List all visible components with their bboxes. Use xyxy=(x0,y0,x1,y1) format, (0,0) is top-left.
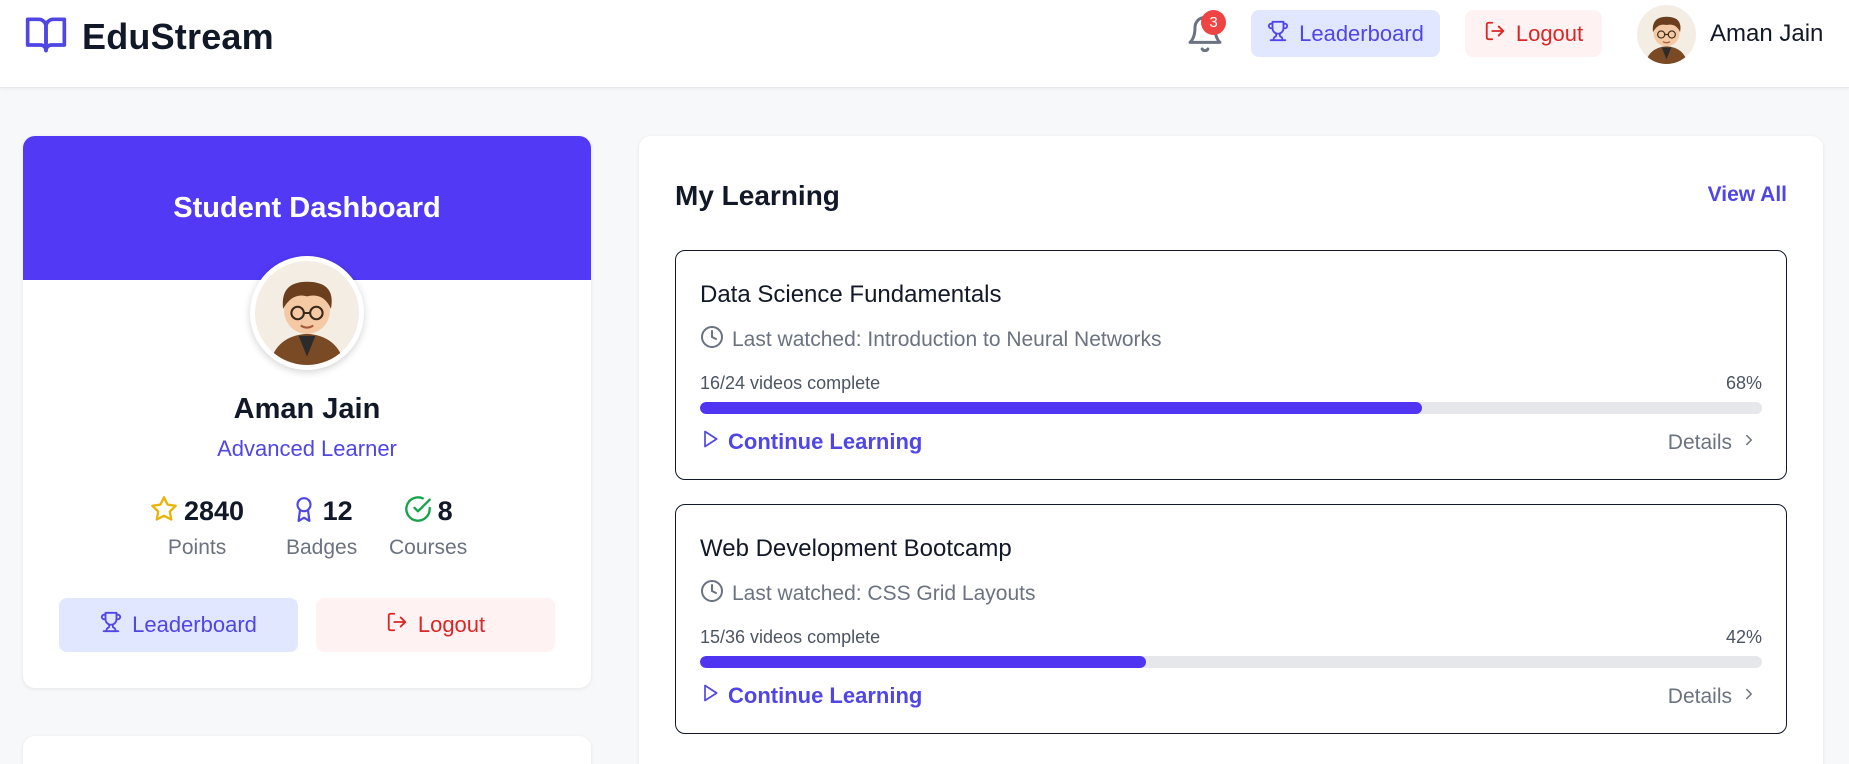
header-logout-button[interactable]: Logout xyxy=(1465,10,1602,57)
details-label: Details xyxy=(1667,685,1732,708)
continue-learning-button[interactable]: Continue Learning xyxy=(700,428,922,456)
details-link[interactable]: Details xyxy=(1668,431,1758,455)
logout-icon xyxy=(1484,20,1506,48)
continue-label: Continue Learning xyxy=(728,683,923,708)
profile-card: Student Dashboard Aman Jain Advanced Lea… xyxy=(23,136,591,688)
learning-title: My Learning xyxy=(675,180,840,211)
header-leaderboard-label: Leaderboard xyxy=(1299,20,1424,46)
profile-leaderboard-label: Leaderboard xyxy=(132,612,257,637)
my-learning-panel: My Learning View All Data Science Fundam… xyxy=(639,136,1823,764)
progress-percent: 42% xyxy=(1725,627,1762,647)
brand[interactable]: EduStream xyxy=(24,12,274,61)
clock-icon xyxy=(700,325,724,355)
profile-heading: Student Dashboard xyxy=(173,192,441,224)
notification-badge: 3 xyxy=(1201,10,1226,35)
details-label: Details xyxy=(1667,431,1732,454)
last-watched-text: Last watched: Introduction to Neural Net… xyxy=(732,328,1162,351)
progress-bar xyxy=(700,402,1762,414)
award-icon xyxy=(291,495,317,528)
progress-text: 16/24 videos complete xyxy=(700,373,881,393)
last-watched: Last watched: Introduction to Neural Net… xyxy=(700,325,1162,355)
profile-logout-label: Logout xyxy=(417,612,486,637)
progress-fill xyxy=(700,656,1147,668)
stat-badges: 12 Badges xyxy=(286,494,357,560)
trophy-icon xyxy=(100,611,122,639)
continue-label: Continue Learning xyxy=(728,429,923,454)
star-icon xyxy=(150,495,178,528)
header-logout-label: Logout xyxy=(1515,20,1584,46)
secondary-card xyxy=(23,736,591,764)
progress-text: 15/36 videos complete xyxy=(700,627,881,647)
top-navbar: EduStream 3 Leaderboard Logout Aman Jain xyxy=(0,0,1849,88)
trophy-icon xyxy=(1267,20,1289,48)
avatar[interactable] xyxy=(1637,5,1696,64)
stat-value: 12 xyxy=(322,495,353,526)
profile-level: Advanced Learner xyxy=(217,436,397,461)
header-user-name[interactable]: Aman Jain xyxy=(1710,20,1823,48)
stat-label: Courses xyxy=(389,536,468,559)
play-icon xyxy=(700,682,720,710)
stat-points: 2840 Points xyxy=(150,494,244,560)
last-watched-text: Last watched: CSS Grid Layouts xyxy=(732,582,1036,605)
course-title[interactable]: Data Science Fundamentals xyxy=(700,281,1002,309)
continue-learning-button[interactable]: Continue Learning xyxy=(700,682,922,710)
chevron-right-icon xyxy=(1740,685,1758,709)
course-card: Data Science Fundamentals Last watched: … xyxy=(675,250,1787,480)
profile-logout-button[interactable]: Logout xyxy=(316,598,555,652)
progress-percent: 68% xyxy=(1725,373,1762,393)
course-title[interactable]: Web Development Bootcamp xyxy=(700,535,1012,563)
check-circle-icon xyxy=(404,495,432,528)
stat-label: Badges xyxy=(286,536,358,559)
progress-fill xyxy=(700,402,1423,414)
view-all-link[interactable]: View All xyxy=(1708,183,1787,207)
chevron-right-icon xyxy=(1740,431,1758,455)
profile-name: Aman Jain xyxy=(233,393,381,425)
details-link[interactable]: Details xyxy=(1668,685,1758,709)
header-leaderboard-button[interactable]: Leaderboard xyxy=(1251,10,1440,57)
stat-label: Points xyxy=(167,536,227,559)
course-card: Web Development Bootcamp Last watched: C… xyxy=(675,504,1787,734)
brand-title: EduStream xyxy=(82,15,274,57)
stat-value: 2840 xyxy=(184,495,245,526)
progress-bar xyxy=(700,656,1762,668)
play-icon xyxy=(700,428,720,456)
stat-courses: 8 Courses xyxy=(389,494,467,560)
logout-icon xyxy=(386,611,408,639)
profile-leaderboard-button[interactable]: Leaderboard xyxy=(59,598,298,652)
stat-value: 8 xyxy=(437,495,453,526)
profile-avatar xyxy=(250,256,364,370)
clock-icon xyxy=(700,579,724,609)
last-watched: Last watched: CSS Grid Layouts xyxy=(700,579,1036,609)
book-open-icon xyxy=(24,12,68,61)
